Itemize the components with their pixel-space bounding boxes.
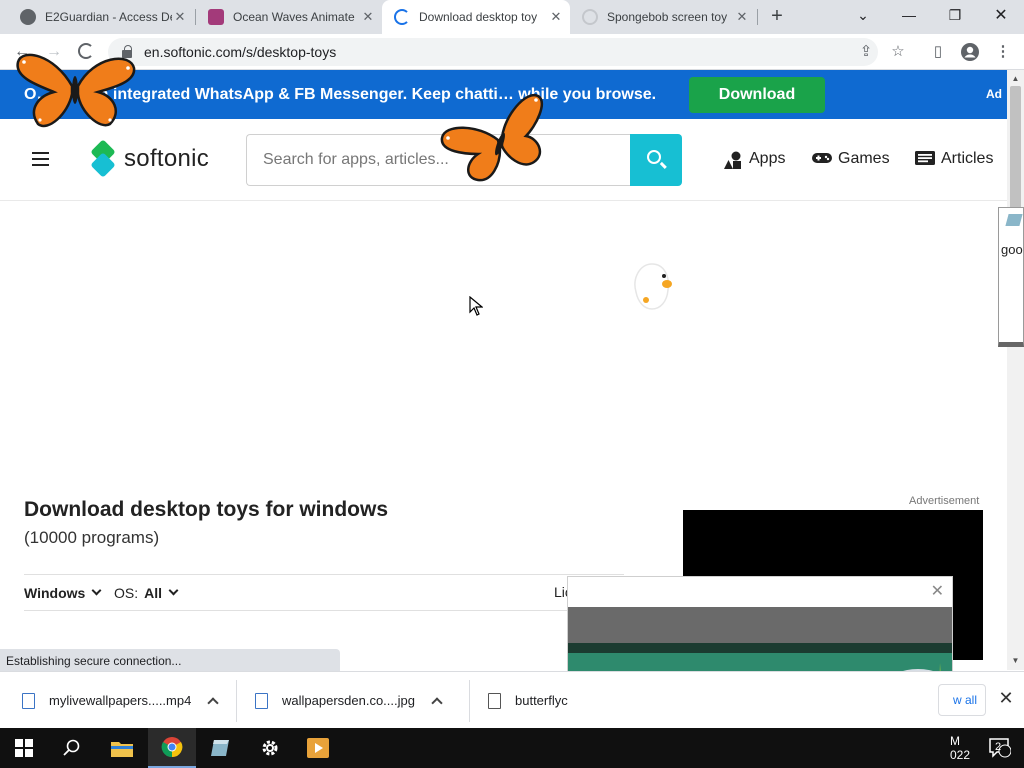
newspaper-icon	[915, 151, 935, 167]
search-icon[interactable]	[48, 728, 96, 768]
tab-strip: E2Guardian - Access De ✕ Ocean Waves Ani…	[0, 0, 1024, 34]
tab-e2guardian[interactable]: E2Guardian - Access De ✕	[8, 0, 194, 34]
download-item[interactable]: butterflyc	[488, 672, 568, 729]
close-tab-icon[interactable]: ✕	[360, 9, 376, 25]
clock-date: 022	[950, 748, 971, 762]
nav-games[interactable]: Games	[812, 150, 890, 168]
tab-title: E2Guardian - Access De	[45, 10, 172, 24]
scroll-down-arrow[interactable]: ▼	[1007, 654, 1024, 668]
close-tab-icon[interactable]: ✕	[548, 9, 564, 25]
media-player-icon[interactable]	[294, 728, 342, 768]
app-icon	[1005, 214, 1023, 226]
nav-apps-label: Apps	[749, 150, 786, 167]
platform-filter-label: Windows	[24, 585, 86, 601]
nav-apps[interactable]: Apps	[723, 150, 786, 169]
platform-filter[interactable]: Windows	[24, 585, 102, 601]
tab-search-icon[interactable]: ⌄	[840, 0, 886, 30]
softonic-logo-icon	[88, 139, 118, 178]
bookmark-star-icon[interactable]: ☆	[888, 42, 908, 62]
program-count: (10000 programs)	[24, 528, 160, 547]
app-icon	[208, 9, 224, 25]
system-clock[interactable]: M 022	[950, 734, 970, 762]
clock-time: M	[950, 734, 960, 748]
mouse-cursor-icon	[469, 295, 484, 316]
side-panel-icon[interactable]: ▯	[928, 42, 948, 62]
logo-text: softonic	[124, 145, 210, 172]
url-text[interactable]: en.softonic.com/s/desktop-toys	[144, 44, 336, 60]
share-icon[interactable]: ⇪	[856, 42, 876, 62]
nav-articles-label: Articles	[941, 150, 994, 167]
chevron-down-icon	[168, 585, 179, 595]
close-video-icon[interactable]: ✕	[931, 581, 944, 601]
app-icon[interactable]	[196, 728, 244, 768]
image-file-icon	[255, 692, 268, 709]
download-item[interactable]: mylivewallpapers.....mp4	[22, 672, 219, 729]
loading-icon	[582, 9, 598, 25]
notification-center-icon[interactable]: 2	[976, 728, 1024, 768]
butterfly-icon	[438, 88, 546, 189]
ad-tag: Ad	[986, 87, 1002, 101]
os-filter[interactable]: OS: All	[114, 585, 179, 601]
page-title: Download desktop toys for windows	[24, 498, 389, 521]
advertisement-label: Advertisement	[909, 495, 980, 507]
tab-title: Download desktop toy	[419, 10, 538, 24]
page-scrollbar[interactable]: ▲ ▼	[1007, 70, 1024, 670]
profile-avatar-icon[interactable]	[960, 42, 980, 62]
ad-download-button[interactable]: Download	[689, 77, 825, 113]
chevron-up-icon[interactable]	[431, 696, 443, 709]
close-tab-icon[interactable]: ✕	[734, 9, 750, 25]
start-icon[interactable]	[0, 728, 48, 768]
screen: E2Guardian - Access De ✕ Ocean Waves Ani…	[0, 0, 1024, 768]
globe-icon	[20, 9, 36, 25]
minimize-button[interactable]: —	[886, 0, 932, 30]
restore-button[interactable]: ❐	[932, 0, 978, 30]
chrome-icon[interactable]	[148, 728, 196, 768]
chevron-down-icon	[91, 585, 102, 595]
side-popup-text: goo	[1001, 242, 1023, 257]
softonic-logo[interactable]: softonic	[88, 139, 210, 178]
close-shelf-icon[interactable]: ✕	[996, 688, 1016, 708]
new-tab-button[interactable]: +	[765, 4, 789, 28]
download-filename: wallpapersden.co....jpg	[282, 693, 415, 708]
browser-toolbar: ← → en.softonic.com/s/desktop-toys ⇪ ☆ ▯…	[0, 34, 1024, 70]
nav-articles[interactable]: Articles	[915, 150, 993, 168]
show-all-button[interactable]: w all	[938, 684, 986, 716]
apps-icon	[723, 151, 743, 169]
taskbar: M 022 2	[0, 728, 1024, 768]
download-item[interactable]: wallpapersden.co....jpg	[255, 672, 443, 729]
download-filename: butterflyc	[515, 693, 568, 708]
tab-ocean-waves[interactable]: Ocean Waves Animate ✕	[196, 0, 382, 34]
tab-title: Ocean Waves Animate	[233, 10, 355, 24]
search-icon	[647, 150, 661, 164]
download-shelf: mylivewallpapers.....mp4 wallpapersden.c…	[0, 671, 1024, 728]
butterfly-icon	[14, 48, 138, 135]
close-tab-icon[interactable]: ✕	[172, 9, 188, 25]
loading-icon	[394, 9, 410, 25]
nav-games-label: Games	[838, 150, 890, 167]
gamepad-icon	[812, 151, 832, 167]
os-filter-value: All	[144, 585, 163, 601]
search-button[interactable]	[630, 134, 682, 186]
video-top-strip	[568, 607, 952, 643]
archive-file-icon	[488, 692, 501, 709]
menu-kebab-icon[interactable]: ⋮	[993, 42, 1013, 62]
close-window-button[interactable]: ✕	[978, 0, 1024, 30]
download-filename: mylivewallpapers.....mp4	[49, 693, 192, 708]
os-filter-label: OS:	[114, 585, 139, 601]
tab-spongebob[interactable]: Spongebob screen toy ✕	[570, 0, 756, 34]
side-popup[interactable]: goo	[998, 207, 1024, 347]
video-file-icon	[22, 692, 35, 709]
notification-count: 2	[995, 741, 1002, 753]
filter-bar: Windows OS: All	[24, 574, 624, 611]
tab-title: Spongebob screen toy	[607, 10, 728, 24]
file-explorer-icon[interactable]	[98, 728, 146, 768]
address-bar[interactable]: en.softonic.com/s/desktop-toys	[108, 38, 878, 66]
status-bubble: Establishing secure connection...	[0, 649, 340, 671]
scroll-up-arrow[interactable]: ▲	[1007, 72, 1024, 86]
tab-download-desktop-toys[interactable]: Download desktop toy ✕	[382, 0, 570, 34]
hamburger-menu-icon[interactable]	[32, 152, 49, 166]
chevron-up-icon[interactable]	[207, 696, 219, 709]
loading-animation-icon	[632, 262, 674, 310]
settings-icon[interactable]	[246, 728, 294, 768]
